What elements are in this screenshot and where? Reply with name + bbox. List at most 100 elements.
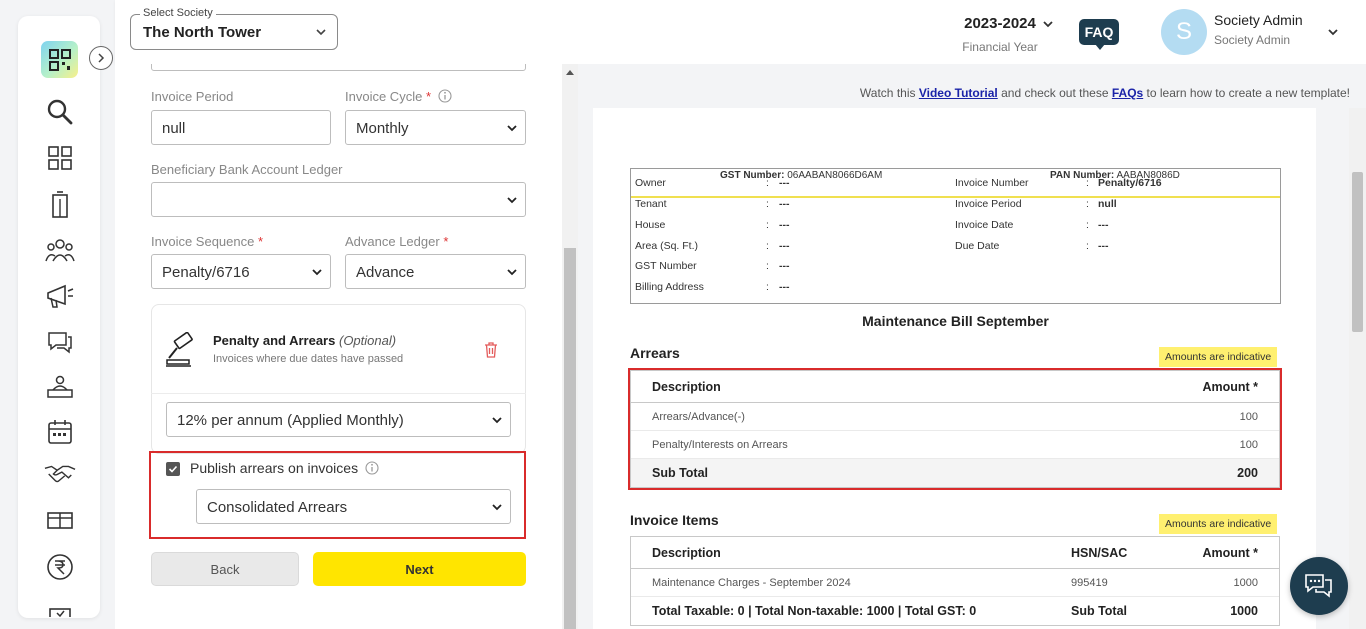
- chevron-down-icon: [507, 197, 517, 204]
- invoice-cycle-select[interactable]: Monthly: [345, 110, 526, 145]
- info-value: ---: [779, 198, 790, 210]
- bill-title: Maintenance Bill September: [862, 313, 1049, 329]
- helpdesk-icon[interactable]: [44, 371, 76, 403]
- info-value: ---: [1098, 240, 1109, 252]
- penalty-arrears-header: [151, 304, 526, 394]
- announcement-icon[interactable]: [44, 280, 76, 312]
- publish-arrears-label: Publish arrears on invoices: [190, 460, 379, 476]
- info-label: Invoice Date: [955, 219, 1014, 231]
- chat-icon[interactable]: [44, 326, 76, 358]
- invoice-items-table: Description HSN/SAC Amount * Maintenance…: [630, 536, 1280, 626]
- totals-row: Total Taxable: 0 | Total Non-taxable: 10…: [631, 597, 1279, 625]
- invoice-items-title: Invoice Items: [630, 512, 719, 528]
- user-role: Society Admin: [1214, 33, 1291, 47]
- info-label: Due Date: [955, 240, 1000, 252]
- chevron-down-icon[interactable]: [1327, 26, 1339, 38]
- tutorial-prefix: Watch this: [859, 86, 916, 100]
- info-colon: :: [766, 219, 769, 231]
- info-value: ---: [779, 219, 790, 231]
- trash-icon[interactable]: [484, 342, 498, 358]
- required-mark: *: [443, 234, 449, 249]
- bank-ledger-label: Beneficiary Bank Account Ledger: [151, 162, 343, 177]
- required-mark: *: [257, 234, 264, 249]
- more-nav-icon[interactable]: [44, 594, 76, 618]
- chevron-down-icon: [507, 125, 517, 132]
- app-logo[interactable]: [41, 41, 78, 78]
- invoice-info-box: Owner Tenant House Area (Sq. Ft.) GST Nu…: [630, 168, 1281, 304]
- user-info[interactable]: Society Admin Society Admin: [1214, 12, 1303, 47]
- info-value: Penalty/6716: [1098, 177, 1162, 189]
- dashboard-icon[interactable]: [44, 142, 76, 174]
- info-label: House: [635, 219, 666, 231]
- arrears-highlight: [628, 368, 1282, 490]
- previous-field[interactable]: [151, 64, 526, 71]
- calendar-icon[interactable]: [44, 416, 76, 448]
- publish-arrears-checkbox[interactable]: [166, 462, 180, 476]
- penalty-rate-value: 12% per annum (Applied Monthly): [177, 412, 404, 429]
- preview-scrollbar[interactable]: [1349, 108, 1366, 629]
- financial-year-label: Financial Year: [962, 40, 1038, 54]
- info-label: Owner: [635, 177, 666, 189]
- society-select-value: The North Tower: [143, 24, 262, 41]
- indicative-badge: Amounts are indicative: [1159, 514, 1278, 534]
- preview-scrollbar-thumb[interactable]: [1352, 172, 1363, 332]
- subtotal-value: 1000: [1230, 604, 1258, 618]
- penalty-arrears-subtitle: Invoices where due dates have passed: [213, 353, 404, 365]
- members-icon[interactable]: [44, 234, 76, 266]
- advance-ledger-select[interactable]: Advance: [345, 254, 526, 289]
- penalty-arrears-title: Penalty and Arrears (Optional): [213, 333, 396, 348]
- info-icon[interactable]: [438, 89, 452, 103]
- financial-year-selector[interactable]: 2023-2024 Financial Year: [950, 15, 1053, 54]
- bank-ledger-select[interactable]: [151, 182, 526, 217]
- amenities-icon[interactable]: [44, 504, 76, 536]
- search-icon[interactable]: [44, 96, 76, 128]
- info-value: ---: [779, 281, 790, 293]
- info-colon: :: [766, 260, 769, 272]
- next-button[interactable]: Next: [313, 552, 526, 586]
- chat-support-button[interactable]: [1290, 557, 1348, 615]
- invoice-cycle-label-text: Invoice Cycle: [345, 89, 423, 104]
- info-icon[interactable]: [365, 461, 379, 475]
- faqs-link[interactable]: FAQs: [1112, 86, 1143, 100]
- invoice-preview-panel: Watch this Video Tutorial and check out …: [578, 64, 1366, 629]
- advance-ledger-label-text: Advance Ledger: [345, 234, 440, 249]
- financial-year-value: 2023-2024: [964, 15, 1036, 32]
- penalty-title-text: Penalty and Arrears: [213, 333, 336, 348]
- scroll-up-arrow-icon[interactable]: [566, 70, 574, 75]
- building-icon[interactable]: [44, 189, 76, 221]
- form-scrollbar-thumb[interactable]: [564, 248, 576, 629]
- sidebar-expand-button[interactable]: [89, 46, 113, 70]
- penalty-rate-select[interactable]: 12% per annum (Applied Monthly): [166, 402, 511, 437]
- invoice-cycle-label: Invoice Cycle *: [345, 89, 452, 104]
- advance-ledger-label: Advance Ledger *: [345, 234, 448, 249]
- invoice-settings-form: Invoice Period null Invoice Cycle * Mont…: [115, 64, 562, 629]
- user-name: Society Admin: [1214, 12, 1303, 28]
- info-label: Area (Sq. Ft.): [635, 240, 699, 252]
- publish-label-text: Publish arrears on invoices: [190, 460, 359, 476]
- arrears-section-title: Arrears: [630, 345, 680, 361]
- chat-bubbles-icon: [1305, 574, 1332, 598]
- info-colon: :: [1086, 219, 1089, 231]
- cell-description: Maintenance Charges - September 2024: [652, 576, 851, 589]
- gavel-icon: [166, 332, 193, 367]
- arrears-mode-select[interactable]: Consolidated Arrears: [196, 489, 511, 524]
- society-select[interactable]: Select Society The North Tower: [130, 7, 338, 50]
- invoice-sequence-select[interactable]: Penalty/6716: [151, 254, 331, 289]
- back-button[interactable]: Back: [151, 552, 299, 586]
- info-label: Invoice Number: [955, 177, 1029, 189]
- avatar[interactable]: S: [1161, 9, 1207, 55]
- handshake-icon[interactable]: [44, 458, 76, 490]
- invoice-period-input[interactable]: null: [151, 110, 331, 145]
- info-value: null: [1098, 198, 1117, 210]
- info-colon: :: [1086, 240, 1089, 252]
- info-label: GST Number: [635, 260, 697, 272]
- cell-hsn: 995419: [1071, 576, 1108, 589]
- rupee-icon[interactable]: [44, 551, 76, 583]
- info-label: Billing Address: [635, 281, 704, 293]
- chevron-down-icon: [507, 269, 517, 276]
- video-tutorial-link[interactable]: Video Tutorial: [919, 86, 998, 100]
- totals-label: Total Taxable: 0 | Total Non-taxable: 10…: [652, 604, 977, 618]
- faq-button[interactable]: FAQ: [1079, 19, 1119, 50]
- chevron-down-icon: [492, 504, 502, 511]
- col-amount: Amount *: [1202, 545, 1258, 560]
